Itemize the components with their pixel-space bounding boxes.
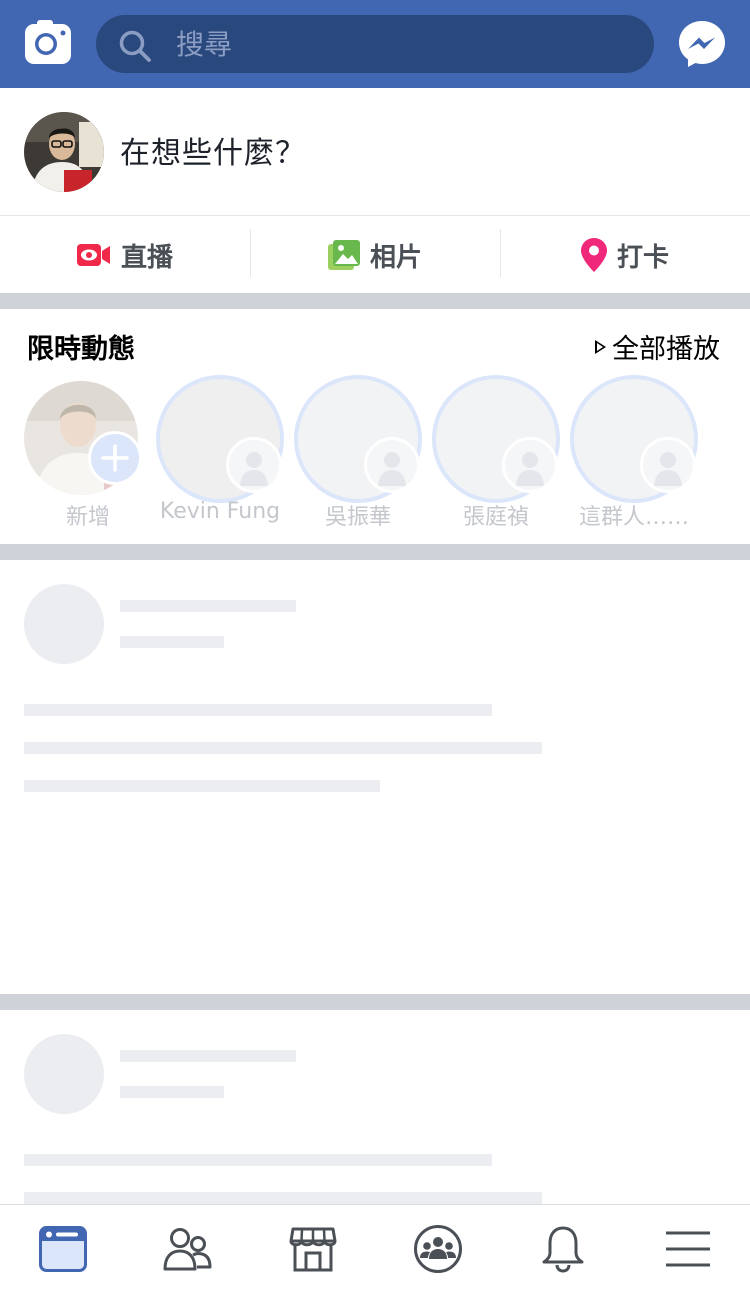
menu-icon [665, 1231, 710, 1267]
search-icon [119, 30, 151, 62]
composer-prompt[interactable]: 在想些什麼？ [120, 128, 306, 172]
tab-marketplace[interactable] [250, 1205, 375, 1293]
skeleton-line [120, 600, 296, 612]
marketplace-icon [289, 1227, 336, 1272]
play-all-label: 全部播放 [612, 334, 720, 365]
check-in-icon [580, 238, 607, 272]
skeleton-avatar [24, 584, 104, 664]
camera-icon [25, 20, 71, 64]
messenger-icon [679, 21, 725, 67]
friend-avatar [364, 437, 420, 493]
photo-button[interactable]: 相片 [250, 217, 500, 293]
story-label: 吳振華 [324, 505, 391, 530]
top-navigation-bar [0, 0, 750, 88]
friend-avatar [502, 437, 558, 493]
section-divider [0, 544, 750, 560]
section-divider [0, 994, 750, 1010]
check-in-label: 打卡 [616, 242, 669, 273]
loading-post-placeholder [0, 1010, 750, 1204]
story-label: Kevin Fung [159, 499, 281, 524]
stories-section: 限時動態 全部播放 新增 Kevin Fung 吳振華 張庭禎 這群人…… [0, 309, 750, 544]
story-label: 新增 [65, 505, 110, 530]
status-composer[interactable]: 在想些什麼？ [0, 88, 750, 216]
story-label: 這群人…… [578, 505, 689, 530]
tab-friends[interactable] [125, 1205, 250, 1293]
live-video-button[interactable]: 直播 [0, 217, 250, 293]
news-feed-icon [38, 1226, 87, 1272]
bottom-tab-bar [0, 1204, 750, 1293]
person-placeholder-icon [516, 452, 544, 486]
skeleton-line [24, 704, 492, 716]
messenger-button[interactable] [677, 19, 727, 69]
friend-avatar [640, 437, 696, 493]
loading-post-placeholder [0, 560, 750, 994]
tab-notifications[interactable] [500, 1205, 625, 1293]
story-label: 張庭禎 [462, 505, 529, 530]
skeleton-line [24, 742, 542, 754]
person-placeholder-icon [378, 452, 406, 486]
play-icon [595, 339, 606, 354]
skeleton-line [120, 1050, 296, 1062]
stories-title: 限時動態 [27, 334, 135, 365]
skeleton-line [120, 636, 224, 648]
tab-groups[interactable] [375, 1205, 500, 1293]
photo-label: 相片 [369, 242, 422, 273]
skeleton-line [120, 1086, 224, 1098]
section-divider [0, 293, 750, 309]
skeleton-avatar [24, 1034, 104, 1114]
skeleton-line [24, 1154, 492, 1166]
tab-news-feed[interactable] [0, 1205, 125, 1293]
friends-icon [163, 1228, 211, 1271]
photo-icon [327, 240, 360, 270]
notifications-bell-icon [542, 1226, 583, 1273]
composer-actions: 直播 相片 打卡 [0, 217, 750, 293]
check-in-button[interactable]: 打卡 [500, 217, 750, 293]
user-avatar[interactable] [24, 112, 104, 192]
skeleton-line [24, 1192, 542, 1204]
add-story-button[interactable] [88, 431, 142, 485]
person-placeholder-icon [654, 452, 682, 486]
groups-icon [413, 1225, 462, 1273]
plus-icon [101, 444, 129, 472]
live-video-icon [76, 244, 110, 266]
person-placeholder-icon [240, 452, 268, 486]
live-video-label: 直播 [120, 242, 173, 273]
search-bar[interactable] [96, 15, 654, 73]
tab-menu[interactable] [625, 1205, 750, 1293]
avatar-photo [24, 112, 104, 192]
camera-button[interactable] [25, 20, 71, 64]
play-all-button[interactable]: 全部播放 [595, 327, 720, 366]
search-input[interactable] [176, 15, 636, 73]
friend-avatar [226, 437, 282, 493]
skeleton-line [24, 780, 380, 792]
